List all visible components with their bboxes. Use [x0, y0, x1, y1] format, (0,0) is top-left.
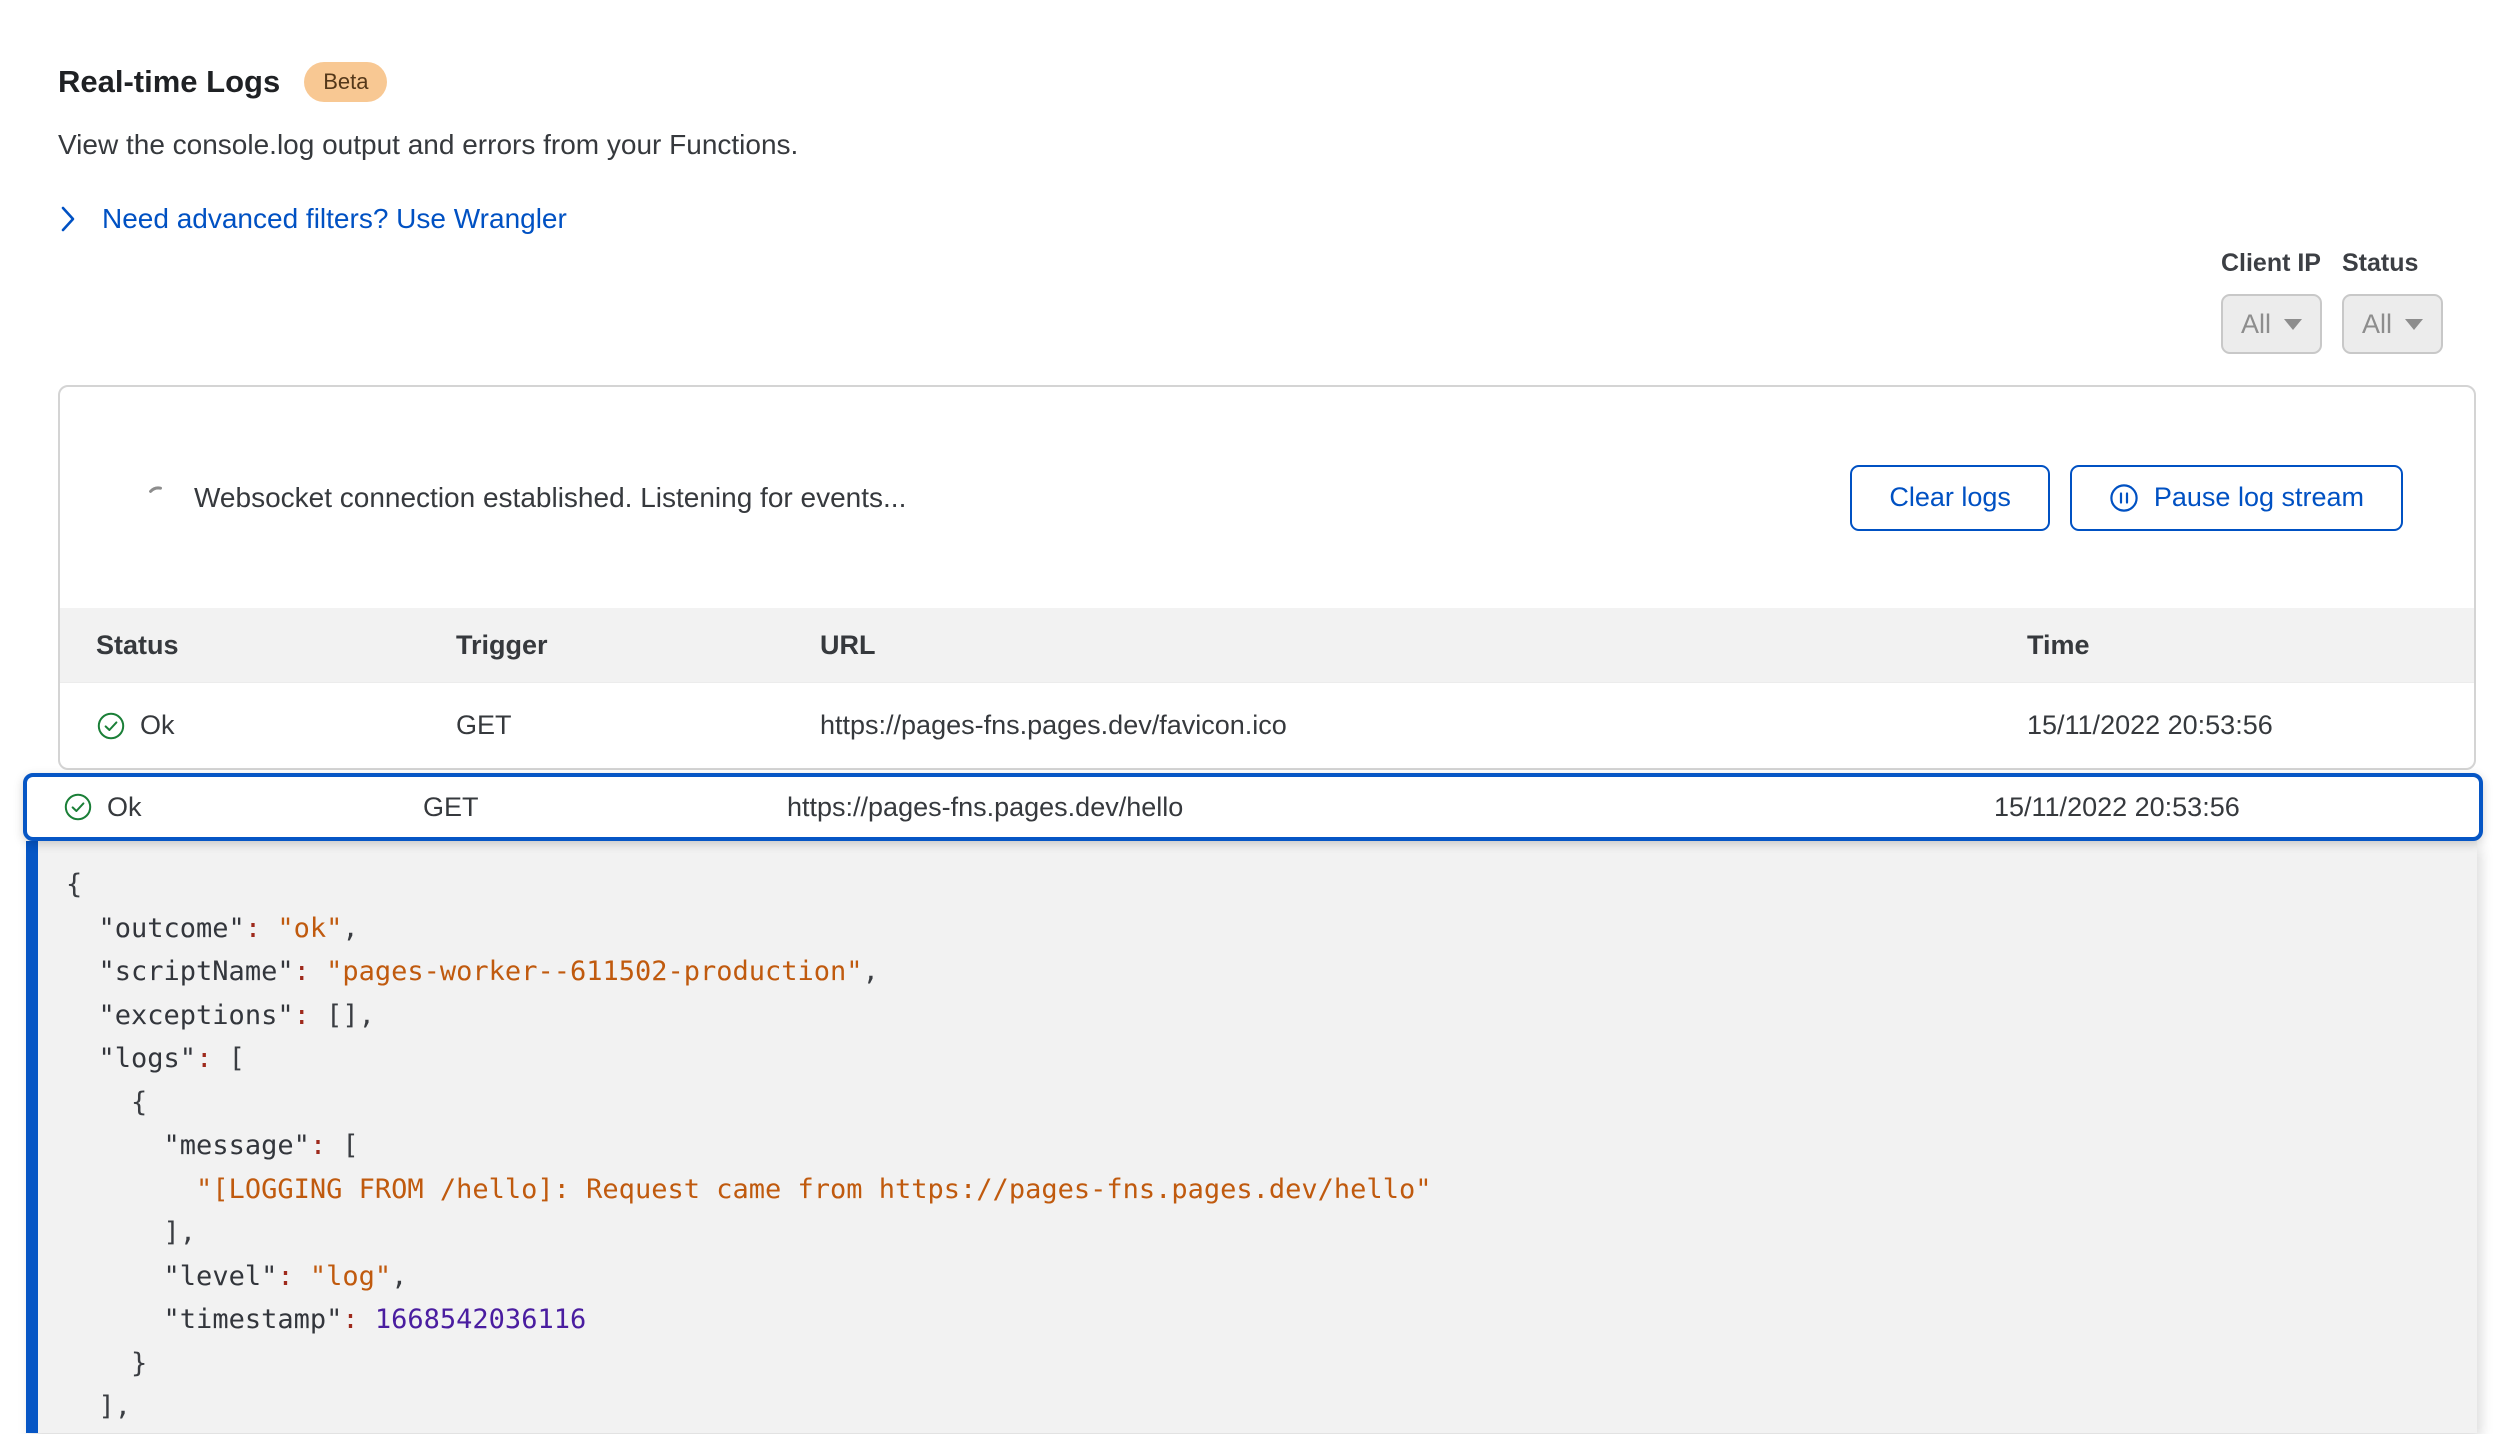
- check-circle-icon: [63, 792, 93, 822]
- page-description: View the console.log output and errors f…: [58, 128, 2508, 162]
- trigger-value: GET: [423, 792, 787, 823]
- filters: Client IP All Status All: [2221, 248, 2443, 354]
- page-header: Real-time Logs Beta: [58, 62, 2508, 102]
- logs-card: Websocket connection established. Listen…: [58, 385, 2476, 770]
- page-title: Real-time Logs: [58, 62, 280, 102]
- table-row[interactable]: Ok GET https://pages-fns.pages.dev/favic…: [60, 682, 2474, 768]
- table-row-selected[interactable]: Ok GET https://pages-fns.pages.dev/hello…: [23, 773, 2483, 841]
- client-ip-filter: Client IP All: [2221, 248, 2322, 354]
- status-cell: Ok: [63, 792, 423, 823]
- url-value: https://pages-fns.pages.dev/hello: [787, 792, 1994, 823]
- clear-logs-label: Clear logs: [1889, 482, 2011, 513]
- time-value: 15/11/2022 20:53:56: [2027, 710, 2438, 741]
- caret-down-icon: [2405, 319, 2423, 330]
- column-header-url: URL: [820, 630, 2027, 661]
- status-filter: Status All: [2342, 248, 2443, 354]
- client-ip-filter-dropdown[interactable]: All: [2221, 294, 2322, 354]
- pause-log-stream-label: Pause log stream: [2154, 482, 2364, 513]
- check-circle-icon: [96, 711, 126, 741]
- connection-status-text: Websocket connection established. Listen…: [194, 482, 906, 514]
- client-ip-filter-value: All: [2241, 309, 2271, 340]
- status-filter-value: All: [2362, 309, 2392, 340]
- url-value: https://pages-fns.pages.dev/favicon.ico: [820, 710, 2027, 741]
- expanded-log-entry: Ok GET https://pages-fns.pages.dev/hello…: [23, 773, 2483, 1433]
- chevron-right-icon: [60, 205, 76, 233]
- log-json-text: { "outcome": "ok", "scriptName": "pages-…: [66, 863, 2457, 1429]
- beta-badge: Beta: [304, 62, 387, 102]
- log-json-panel: { "outcome": "ok", "scriptName": "pages-…: [26, 841, 2477, 1433]
- caret-down-icon: [2284, 319, 2302, 330]
- clear-logs-button[interactable]: Clear logs: [1850, 465, 2050, 531]
- status-filter-dropdown[interactable]: All: [2342, 294, 2443, 354]
- column-header-status: Status: [96, 630, 456, 661]
- wrangler-link-label: Need advanced filters? Use Wrangler: [102, 202, 567, 236]
- status-value: Ok: [107, 792, 142, 823]
- column-header-trigger: Trigger: [456, 630, 820, 661]
- status-cell: Ok: [96, 710, 456, 741]
- column-header-time: Time: [2027, 630, 2438, 661]
- log-actions: Clear logs Pause log stream: [1850, 465, 2403, 531]
- status-filter-label: Status: [2342, 248, 2443, 278]
- spinner-icon: [144, 485, 170, 511]
- time-value: 15/11/2022 20:53:56: [1994, 792, 2443, 823]
- pause-log-stream-button[interactable]: Pause log stream: [2070, 465, 2403, 531]
- client-ip-filter-label: Client IP: [2221, 248, 2322, 278]
- table-header: Status Trigger URL Time: [60, 608, 2474, 682]
- trigger-value: GET: [456, 710, 820, 741]
- status-value: Ok: [140, 710, 175, 741]
- stream-status-bar: Websocket connection established. Listen…: [60, 387, 2474, 608]
- wrangler-link[interactable]: Need advanced filters? Use Wrangler: [60, 202, 567, 236]
- pause-icon: [2109, 483, 2139, 513]
- realtime-logs-page: Real-time Logs Beta View the console.log…: [0, 62, 2508, 1433]
